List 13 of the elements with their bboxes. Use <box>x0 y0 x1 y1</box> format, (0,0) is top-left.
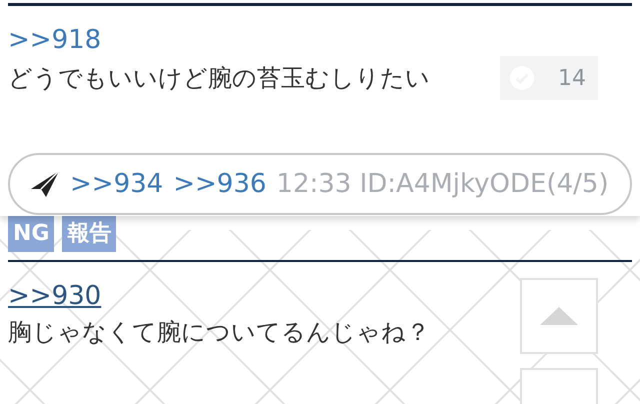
post-meta-text: 12:33 ID:A4MjkyODE(4/5) <box>276 168 609 200</box>
triangle-up-icon <box>540 307 578 325</box>
post-body: 胸じゃなくて腕についてるんじゃね？ <box>8 317 430 348</box>
tag-button[interactable]: NG <box>8 216 54 252</box>
scroll-up-button[interactable] <box>520 278 598 354</box>
post-body: どうでもいいけど腕の苔玉むしりたい <box>8 63 430 94</box>
tag-button[interactable]: 報告 <box>62 216 116 252</box>
reply-anchor-link[interactable]: >>930 <box>8 280 102 312</box>
paper-plane-icon <box>30 170 60 198</box>
reply-anchor-link[interactable]: >>936 <box>173 164 266 204</box>
reply-anchor-link[interactable]: >>918 <box>8 24 102 56</box>
like-button[interactable]: 14 <box>500 56 598 100</box>
reply-anchor-link[interactable]: >>934 <box>70 164 164 204</box>
